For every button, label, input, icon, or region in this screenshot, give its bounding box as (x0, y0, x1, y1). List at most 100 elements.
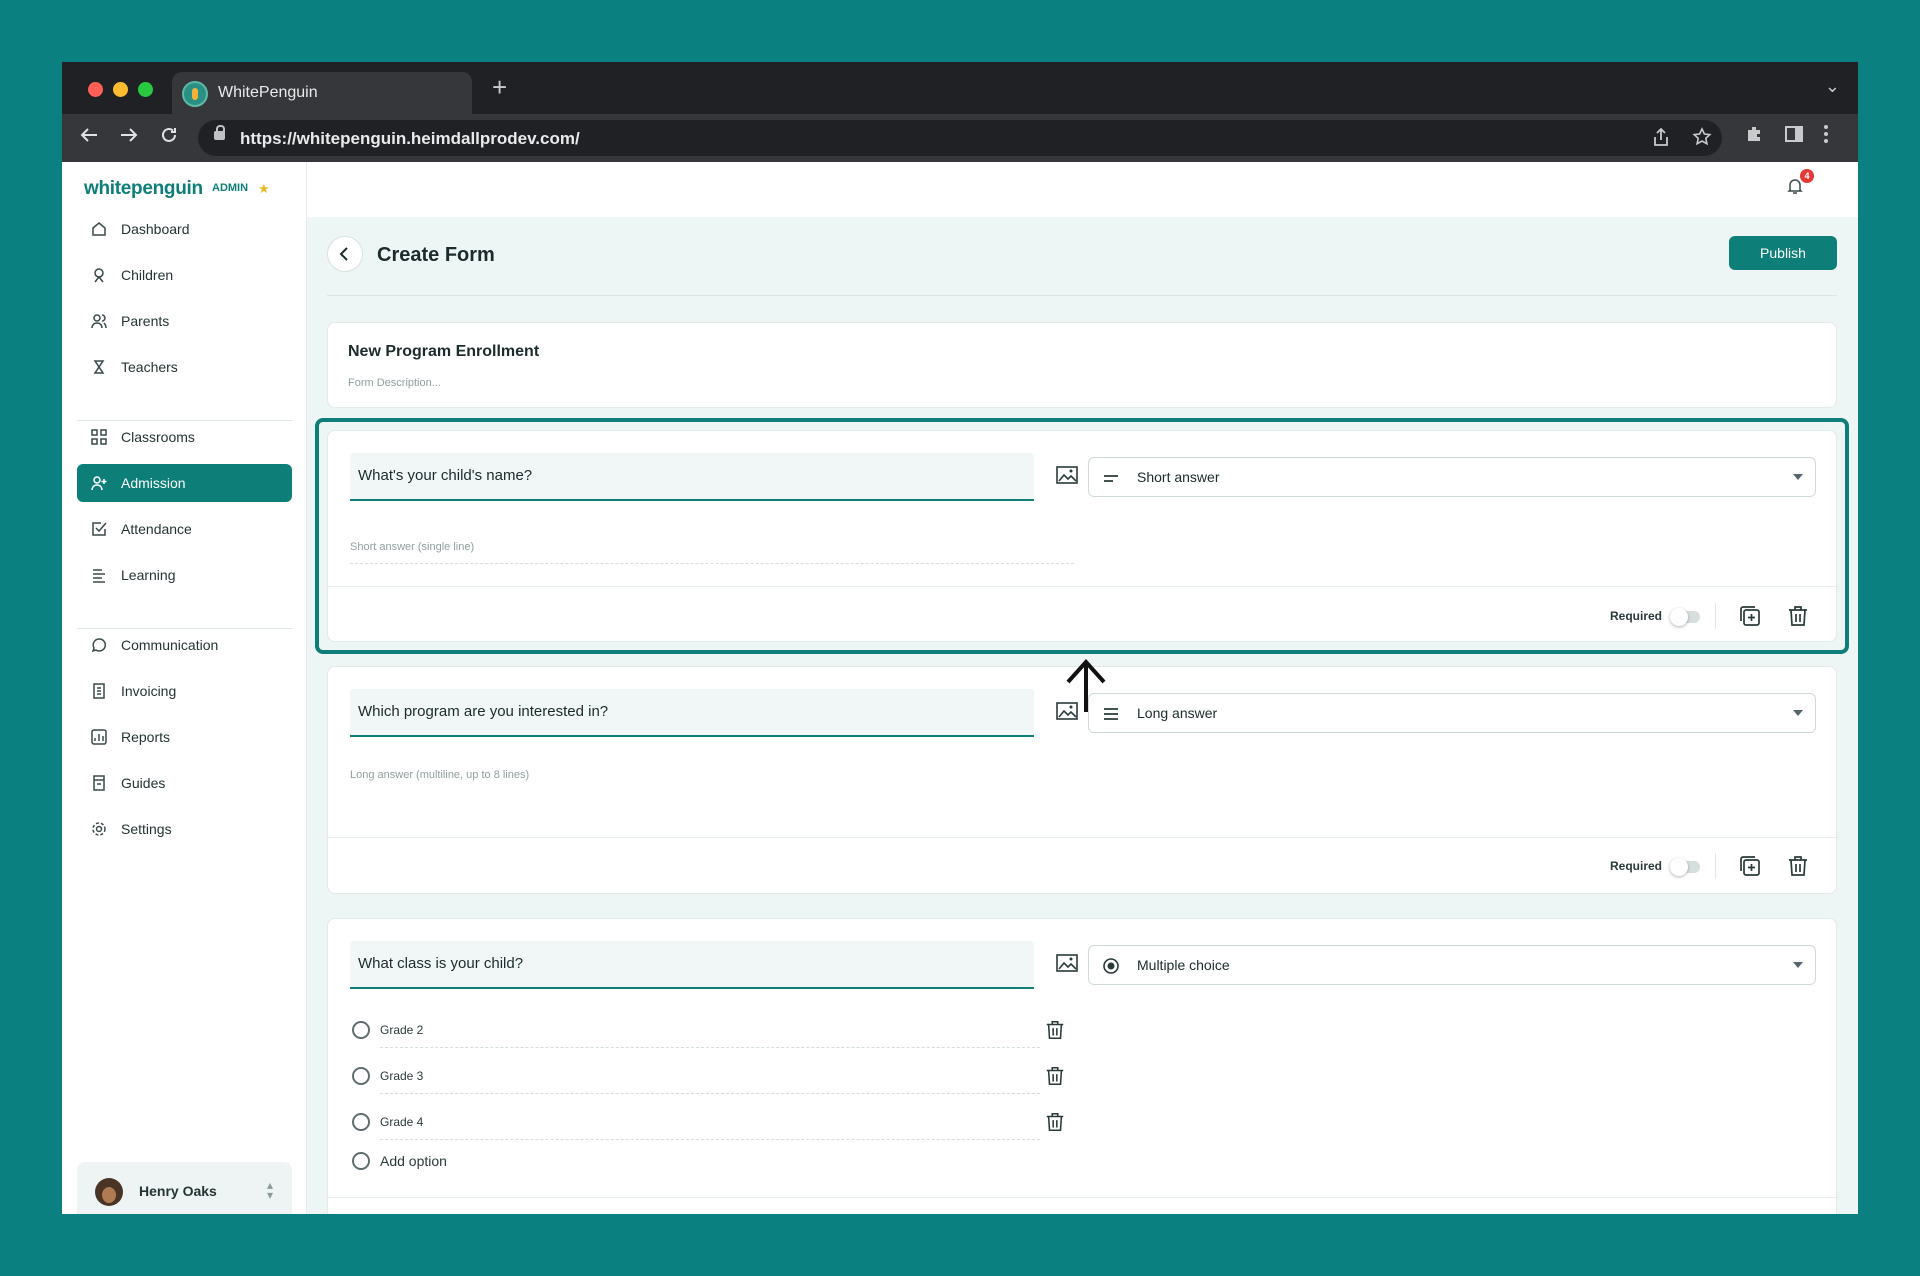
learning-icon (93, 569, 105, 583)
trash-icon[interactable] (1044, 1110, 1066, 1134)
trash-icon[interactable] (1786, 854, 1810, 878)
answer-preview: Long answer (multiline, up to 8 lines) (350, 769, 530, 781)
question-type-select[interactable]: Long answer (1088, 693, 1816, 733)
choice-option[interactable]: Grade 4 (350, 1105, 1040, 1141)
footer-separator (1715, 603, 1716, 629)
bookmark-star-icon[interactable] (1692, 127, 1712, 147)
extensions-puzzle-icon[interactable] (1744, 124, 1764, 144)
invoice-icon (93, 683, 105, 699)
question-card-3[interactable]: What class is your child? Multiple choic… (327, 918, 1838, 1214)
option-line (380, 1139, 1040, 1140)
dropdown-caret-icon (1793, 474, 1803, 480)
duplicate-icon[interactable] (1738, 604, 1762, 628)
check-square-icon (92, 522, 107, 536)
app-logo[interactable]: whitepenguin (84, 178, 203, 200)
trash-icon[interactable] (1044, 1064, 1066, 1088)
chart-icon (91, 729, 107, 745)
question-type-select[interactable]: Multiple choice (1088, 945, 1816, 985)
browser-tab[interactable]: WhitePenguin (172, 72, 472, 114)
option-line (380, 1047, 1040, 1048)
card-footer-divider (328, 586, 1838, 587)
url-text: https://whitepenguin.heimdallprodev.com/ (240, 129, 580, 148)
duplicate-icon[interactable] (1738, 854, 1762, 878)
choice-option[interactable]: Grade 3 (350, 1059, 1040, 1095)
chevron-updown-icon: ▴ ▾ (267, 1178, 274, 1202)
penguin-favicon-icon (182, 81, 208, 107)
question-title-input[interactable]: Which program are you interested in? (350, 689, 1034, 737)
question-type-select[interactable]: Short answer (1088, 457, 1816, 497)
form-title-input[interactable]: New Program Enrollment (348, 343, 539, 361)
teacher-icon (93, 360, 105, 374)
question-title-input[interactable]: What's your child's name? (350, 453, 1034, 501)
short-text-icon (1104, 475, 1118, 482)
sidebar-item-learning[interactable]: Learning (77, 556, 292, 594)
new-tab-icon[interactable]: + (492, 72, 507, 102)
home-icon (92, 222, 106, 236)
footer-separator (1715, 853, 1716, 879)
forward-arrow-icon[interactable] (118, 124, 140, 146)
maximize-window-icon[interactable] (138, 82, 153, 97)
image-icon[interactable] (1056, 466, 1078, 484)
back-button[interactable] (327, 236, 363, 272)
radio-selected-icon (1103, 958, 1119, 974)
sidebar-item-communication[interactable]: Communication (77, 626, 292, 664)
chevron-left-icon (339, 247, 348, 261)
page-title: Create Form (377, 244, 495, 266)
radio-icon (352, 1067, 370, 1085)
dropdown-caret-icon (1793, 710, 1803, 716)
choice-option[interactable]: Grade 2 (350, 1013, 1040, 1049)
sidebar-item-teachers[interactable]: Teachers (77, 348, 292, 386)
add-option[interactable]: Add option (350, 1144, 1040, 1180)
sidebar-item-settings[interactable]: Settings (77, 810, 292, 848)
reload-icon[interactable] (158, 124, 180, 146)
required-label: Required (1610, 859, 1663, 873)
parents-icon (91, 314, 107, 329)
side-panel-icon[interactable] (1784, 124, 1804, 144)
image-icon[interactable] (1056, 954, 1078, 972)
sidebar: whitepenguin ADMIN ★ Dashboard Children … (62, 162, 307, 1214)
tab-search-chevron-icon[interactable]: ⌄ (1825, 76, 1840, 97)
form-description-input[interactable]: Form Description... (348, 377, 441, 389)
sidebar-item-attendance[interactable]: Attendance (77, 510, 292, 548)
avatar (95, 1178, 123, 1206)
sidebar-item-reports[interactable]: Reports (77, 718, 292, 756)
chat-icon (91, 638, 107, 653)
lock-icon (214, 125, 225, 140)
child-icon (94, 268, 104, 283)
publish-button[interactable]: Publish (1729, 236, 1837, 270)
user-plus-icon (91, 476, 107, 491)
dropdown-caret-icon (1793, 962, 1803, 968)
question-card-1[interactable]: What's your child's name? Short answer S… (327, 430, 1838, 642)
arrow-up-icon (1066, 659, 1106, 712)
notification-badge: 4 (1800, 169, 1814, 183)
admin-crown-icon: ★ (258, 181, 270, 196)
sidebar-item-guides[interactable]: Guides (77, 764, 292, 802)
answer-line (350, 563, 1074, 564)
required-toggle[interactable] (1670, 858, 1700, 876)
sidebar-item-admission[interactable]: Admission (77, 464, 292, 502)
back-arrow-icon[interactable] (78, 124, 100, 146)
browser-menu-icon[interactable] (1822, 124, 1830, 144)
sidebar-item-children[interactable]: Children (77, 256, 292, 294)
minimize-window-icon[interactable] (113, 82, 128, 97)
required-toggle[interactable] (1670, 608, 1700, 626)
trash-icon[interactable] (1786, 604, 1810, 628)
sidebar-item-invoicing[interactable]: Invoicing (77, 672, 292, 710)
trash-icon[interactable] (1044, 1018, 1066, 1042)
user-name: Henry Oaks (139, 1183, 217, 1199)
admin-badge: ADMIN (212, 182, 249, 194)
browser-window: WhitePenguin + ⌄ https://whitepenguin.he… (62, 62, 1858, 1214)
address-bar[interactable]: https://whitepenguin.heimdallprodev.com/ (198, 120, 1722, 156)
share-icon[interactable] (1652, 127, 1670, 147)
browser-tabbar: WhitePenguin + ⌄ (62, 62, 1858, 114)
sidebar-item-classrooms-row[interactable]: Classrooms (77, 418, 292, 456)
sidebar-item-dashboard[interactable]: Dashboard (77, 210, 292, 248)
sidebar-item-parents[interactable]: Parents (77, 302, 292, 340)
radio-icon (352, 1152, 370, 1170)
user-menu[interactable]: Henry Oaks ▴ ▾ (77, 1162, 292, 1214)
top-bar: 4 (307, 162, 1858, 217)
close-window-icon[interactable] (88, 82, 103, 97)
gear-icon (92, 822, 106, 836)
question-title-input[interactable]: What class is your child? (350, 941, 1034, 989)
radio-icon (352, 1021, 370, 1039)
